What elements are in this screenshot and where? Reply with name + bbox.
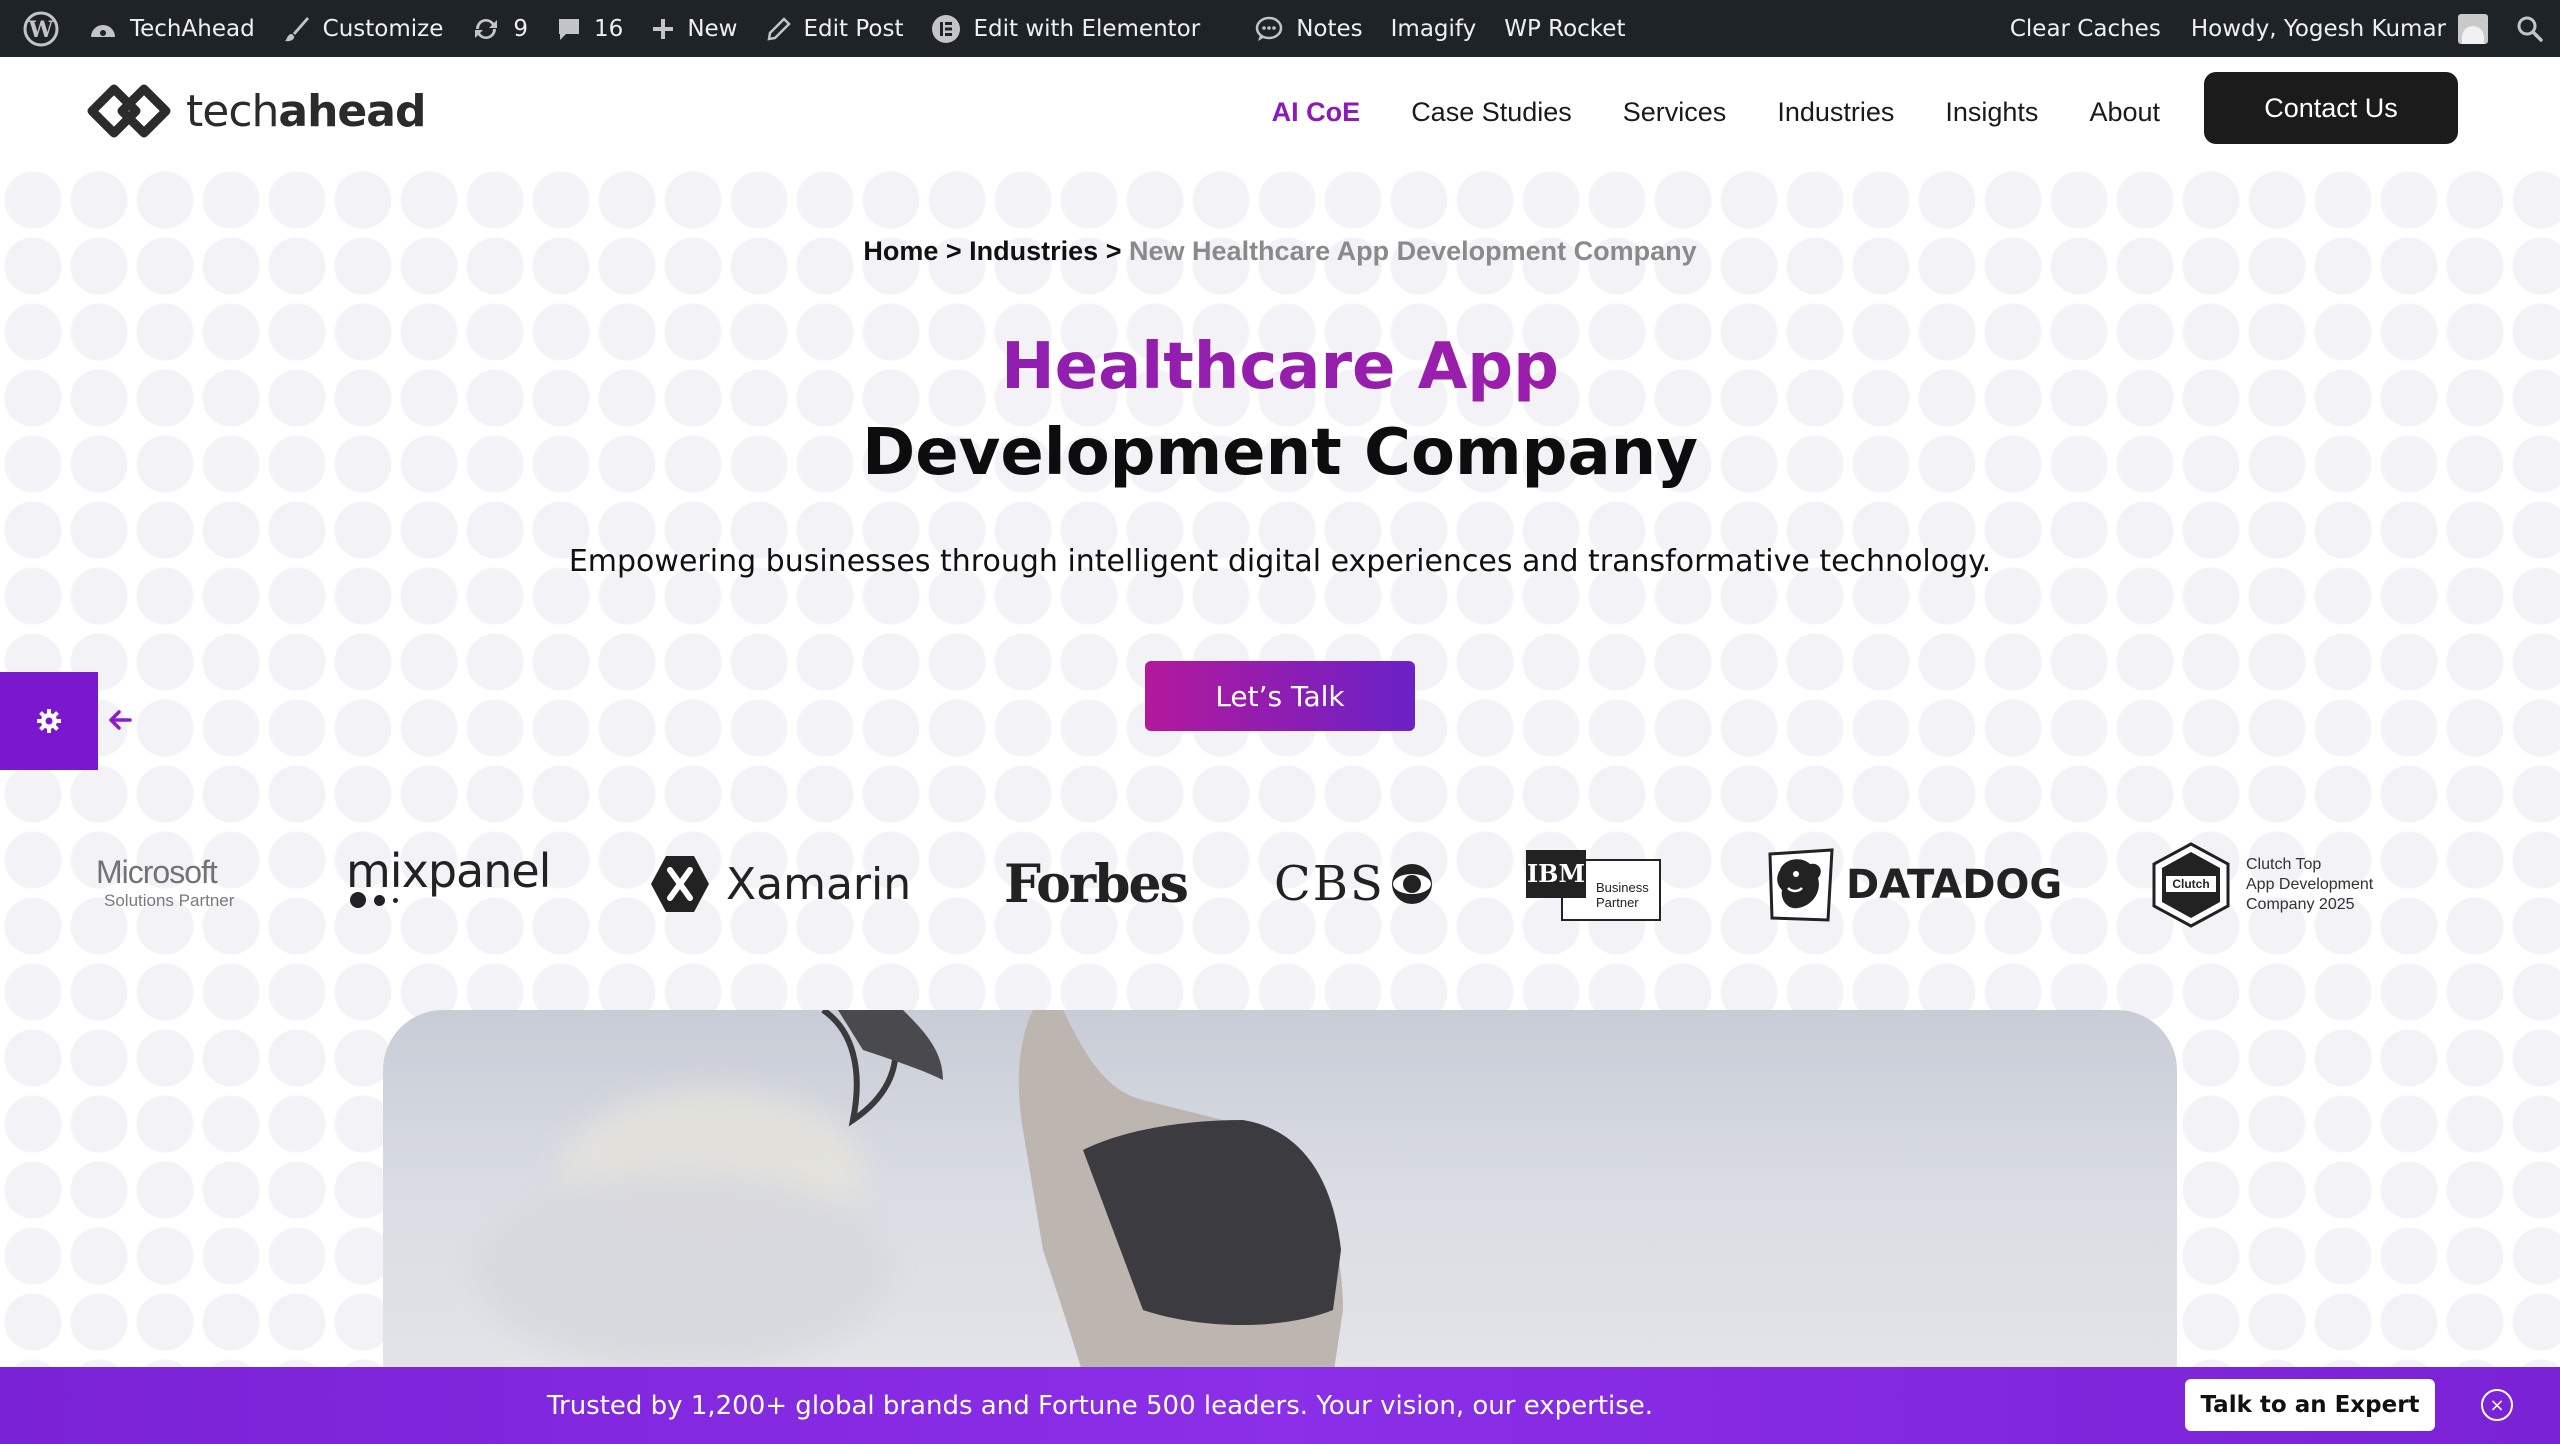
- plus-icon: [651, 17, 675, 41]
- breadcrumb-home[interactable]: Home: [863, 236, 938, 266]
- ibm-partner-text: Partner: [1596, 895, 1639, 910]
- gear-icon: [36, 708, 62, 734]
- admin-bar: W TechAhead Customize 9 16 New Edit Post…: [0, 0, 2560, 57]
- wp-rocket-link[interactable]: WP Rocket: [1490, 0, 1639, 57]
- clutch-caption: Clutch Top App Development Company 2025: [2246, 856, 2374, 913]
- svg-text:W: W: [28, 17, 54, 43]
- techahead-logo[interactable]: techahead: [86, 71, 426, 151]
- arrow-left-icon[interactable]: [106, 706, 134, 734]
- nav-industries[interactable]: Industries: [1777, 97, 1894, 128]
- trust-banner-text: Trusted by 1,200+ global brands and Fort…: [546, 1391, 1654, 1421]
- xamarin-wordmark: Xamarin: [726, 858, 912, 910]
- cbs-logo: CBS: [1274, 856, 1435, 912]
- customize-link[interactable]: Customize: [269, 0, 458, 57]
- elementor-icon: [931, 14, 961, 44]
- forbes-logo: Forbes: [1004, 854, 1189, 915]
- cbs-wordmark: CBS: [1274, 856, 1385, 912]
- trust-banner: Trusted by 1,200+ global brands and Fort…: [0, 1367, 2560, 1444]
- imagify-link[interactable]: Imagify: [1377, 0, 1491, 57]
- microsoft-wordmark: Microsoft: [96, 854, 218, 890]
- breadcrumb-separator: >: [945, 236, 962, 266]
- clutch-badge-text: Clutch: [2172, 877, 2209, 891]
- lets-talk-button[interactable]: Let’s Talk: [1145, 661, 1415, 731]
- datadog-icon: [1768, 848, 1834, 922]
- dashboard-icon: [88, 15, 118, 43]
- xamarin-icon: [651, 856, 709, 912]
- site-name: TechAhead: [130, 15, 255, 42]
- hero-title: Development Company: [862, 416, 1698, 490]
- imagify-label: Imagify: [1390, 15, 1477, 42]
- wordpress-menu[interactable]: W: [8, 0, 74, 57]
- main-nav: AI CoE Case Studies Services Industries …: [1221, 57, 2160, 167]
- mixpanel-logo: mixpanel: [346, 844, 551, 908]
- nav-services[interactable]: Services: [1623, 97, 1727, 128]
- ibm-wordmark: IBM: [1527, 859, 1585, 888]
- updates-icon: [471, 15, 501, 43]
- notes-link[interactable]: Notes: [1240, 0, 1376, 57]
- edit-elementor-label: Edit with Elementor: [973, 15, 1201, 42]
- cbs-eye-icon: [1391, 864, 1432, 904]
- xamarin-logo: Xamarin: [648, 852, 911, 916]
- ibm-business-text: Business: [1596, 880, 1649, 895]
- breadcrumb-current: New Healthcare App Development Company: [1129, 236, 1697, 266]
- notes-label: Notes: [1296, 15, 1363, 42]
- nav-insights[interactable]: Insights: [1945, 97, 2038, 128]
- customize-label: Customize: [322, 15, 444, 42]
- avatar: [2458, 13, 2488, 44]
- ibm-business-partner-logo: IBM Business Partner: [1524, 848, 1664, 924]
- hero-subtitle: Empowering businesses through intelligen…: [568, 544, 1992, 579]
- edit-post-link[interactable]: Edit Post: [752, 0, 918, 57]
- breadcrumb: Home > Industries > New Healthcare App D…: [0, 236, 2560, 267]
- edit-elementor-link[interactable]: Edit with Elementor: [917, 0, 1214, 57]
- site-name-menu[interactable]: TechAhead: [74, 0, 269, 57]
- wp-rocket-label: WP Rocket: [1504, 15, 1626, 42]
- updates-count: 9: [513, 15, 529, 42]
- admin-search[interactable]: [2502, 0, 2560, 57]
- nav-ai-coe[interactable]: AI CoE: [1272, 97, 1361, 128]
- mixpanel-wordmark: mixpanel: [346, 844, 551, 898]
- forbes-wordmark: Forbes: [1004, 854, 1189, 915]
- updates-link[interactable]: 9: [457, 0, 542, 57]
- site-header: techahead AI CoE Case Studies Services I…: [0, 57, 2560, 167]
- datadog-logo: DATADOG: [1766, 848, 2062, 922]
- mixpanel-dots-icon: [350, 892, 398, 908]
- search-icon: [2516, 15, 2544, 43]
- brush-icon: [283, 15, 311, 43]
- clutch-badge-icon: Clutch: [2152, 842, 2230, 928]
- howdy-label: Howdy, Yogesh Kumar: [2190, 15, 2446, 42]
- pencil-icon: [766, 16, 792, 42]
- logo-wordmark: techahead: [186, 85, 426, 137]
- comment-icon: [556, 16, 582, 42]
- clear-caches-link[interactable]: Clear Caches: [1996, 0, 2177, 57]
- datadog-wordmark: DATADOG: [1846, 862, 2063, 908]
- breadcrumb-industries[interactable]: Industries: [969, 236, 1098, 266]
- notes-icon: [1254, 15, 1284, 43]
- nav-case-studies[interactable]: Case Studies: [1411, 97, 1572, 128]
- new-label: New: [687, 15, 738, 42]
- clear-caches-label: Clear Caches: [2009, 15, 2161, 42]
- logo-mark-icon: [87, 84, 171, 138]
- comments-link[interactable]: 16: [542, 0, 637, 57]
- account-menu[interactable]: Howdy, Yogesh Kumar: [2177, 0, 2502, 57]
- close-icon[interactable]: ×: [2481, 1389, 2513, 1421]
- settings-tab[interactable]: [0, 672, 98, 770]
- talk-to-expert-button[interactable]: Talk to an Expert: [2185, 1379, 2435, 1431]
- nav-about[interactable]: About: [2089, 97, 2160, 128]
- new-content-link[interactable]: New: [637, 0, 751, 57]
- microsoft-subtitle: Solutions Partner: [104, 891, 235, 910]
- clutch-badge: Clutch Clutch Top App Development Compan…: [2148, 840, 2373, 930]
- partner-logos: Microsoft Solutions Partner mixpanel Xam…: [0, 840, 2560, 930]
- comments-count: 16: [594, 15, 624, 42]
- contact-us-button[interactable]: Contact Us: [2204, 72, 2458, 144]
- edit-post-label: Edit Post: [803, 15, 904, 42]
- breadcrumb-separator: >: [1105, 236, 1122, 266]
- microsoft-logo: Microsoft Solutions Partner: [96, 854, 234, 911]
- hero-title-highlight: Healthcare App: [0, 330, 2560, 404]
- wordpress-icon: W: [22, 10, 60, 48]
